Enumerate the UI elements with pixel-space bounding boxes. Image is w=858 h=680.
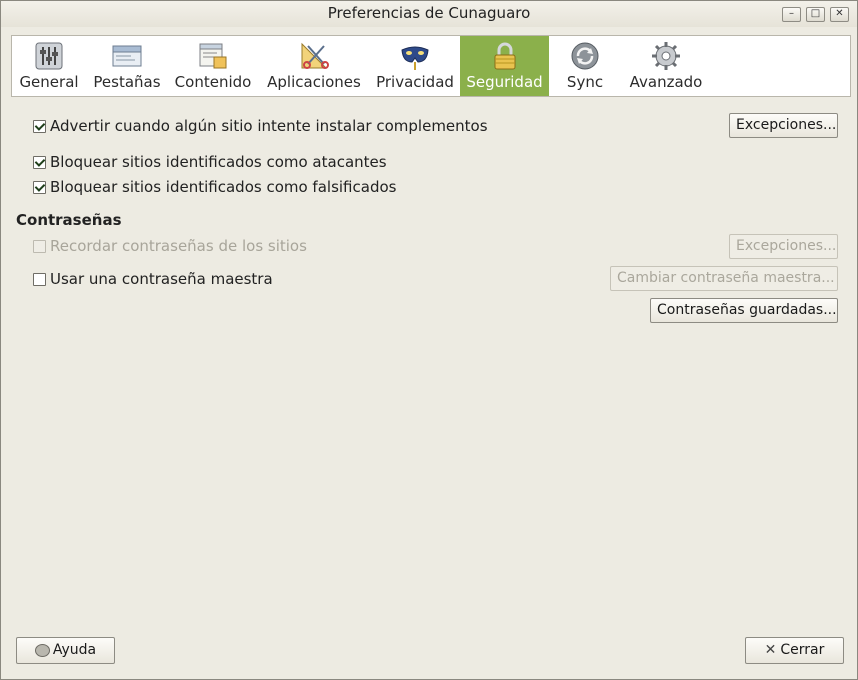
tab-label: Privacidad — [376, 73, 454, 91]
passwords-exceptions-button[interactable]: Excepciones... — [729, 234, 838, 259]
tab-label: Aplicaciones — [267, 73, 361, 91]
content-icon — [199, 43, 227, 69]
minimize-icon[interactable]: – — [782, 7, 801, 22]
tab-contenido[interactable]: Contenido — [172, 36, 254, 96]
checkbox-box[interactable] — [33, 272, 46, 286]
lock-icon — [494, 42, 515, 70]
tab-seguridad[interactable]: Seguridad — [460, 36, 549, 96]
window-title: Preferencias de Cunaguaro — [327, 4, 531, 22]
checkbox-label: Advertir cuando algún sitio intente inst… — [50, 117, 488, 135]
checkbox-box[interactable] — [33, 155, 46, 169]
gear-icon — [652, 42, 680, 70]
checkbox-label: Bloquear sitios identificados como falsi… — [50, 178, 397, 196]
mask-icon — [401, 46, 429, 70]
preferences-toolbar: General Pestañas Contenido Aplicaciones … — [11, 35, 851, 97]
warn-addons-checkbox[interactable]: Advertir cuando algún sitio intente inst… — [33, 117, 488, 135]
checkbox-label: Usar una contraseña maestra — [50, 270, 273, 288]
help-button[interactable]: Ayuda — [16, 637, 115, 664]
checkbox-label: Recordar contraseñas de los sitios — [50, 237, 307, 255]
block-attack-sites-checkbox[interactable]: Bloquear sitios identificados como ataca… — [33, 153, 387, 171]
checkbox-box[interactable] — [33, 119, 46, 133]
close-button[interactable]: ✕ Cerrar — [745, 637, 844, 664]
checkbox-label: Bloquear sitios identificados como ataca… — [50, 153, 387, 171]
passwords-heading: Contraseñas — [16, 211, 122, 229]
help-label: Ayuda — [52, 642, 97, 658]
tab-label: Sync — [566, 73, 604, 91]
block-forgery-sites-checkbox[interactable]: Bloquear sitios identificados como falsi… — [33, 178, 396, 196]
sliders-icon — [35, 42, 63, 70]
tab-sync[interactable]: Sync — [549, 36, 621, 96]
remember-passwords-checkbox[interactable]: Recordar contraseñas de los sitios — [33, 237, 307, 255]
close-label: Cerrar — [780, 642, 825, 658]
title-bar[interactable]: Preferencias de Cunaguaro – □ ✕ — [1, 1, 857, 27]
saved-passwords-button[interactable]: Contraseñas guardadas... — [650, 298, 838, 323]
tab-pestanas[interactable]: Pestañas — [86, 36, 168, 96]
checkbox-box[interactable] — [33, 239, 46, 253]
close-icon: ✕ — [764, 642, 777, 658]
tab-label: Avanzado — [629, 73, 703, 91]
tab-aplicaciones[interactable]: Aplicaciones — [264, 36, 364, 96]
tab-avanzado[interactable]: Avanzado — [625, 36, 707, 96]
help-icon — [34, 643, 50, 657]
checkbox-box[interactable] — [33, 180, 46, 194]
addons-exceptions-button[interactable]: Excepciones... — [729, 113, 838, 138]
tab-label: General — [19, 73, 79, 91]
tab-privacidad[interactable]: Privacidad — [370, 36, 460, 96]
preferences-window: Preferencias de Cunaguaro – □ ✕ General — [0, 0, 858, 680]
tab-label: Pestañas — [93, 73, 161, 91]
tab-label: Seguridad — [466, 73, 543, 91]
close-icon[interactable]: ✕ — [830, 7, 849, 22]
change-master-password-button[interactable]: Cambiar contraseña maestra... — [610, 266, 838, 291]
master-password-checkbox[interactable]: Usar una contraseña maestra — [33, 270, 273, 288]
sync-icon — [571, 42, 599, 70]
maximize-icon[interactable]: □ — [806, 7, 825, 22]
tabs-icon — [112, 45, 142, 67]
tab-label: Contenido — [174, 73, 252, 91]
tab-general[interactable]: General — [12, 36, 86, 96]
applications-icon — [301, 42, 329, 69]
